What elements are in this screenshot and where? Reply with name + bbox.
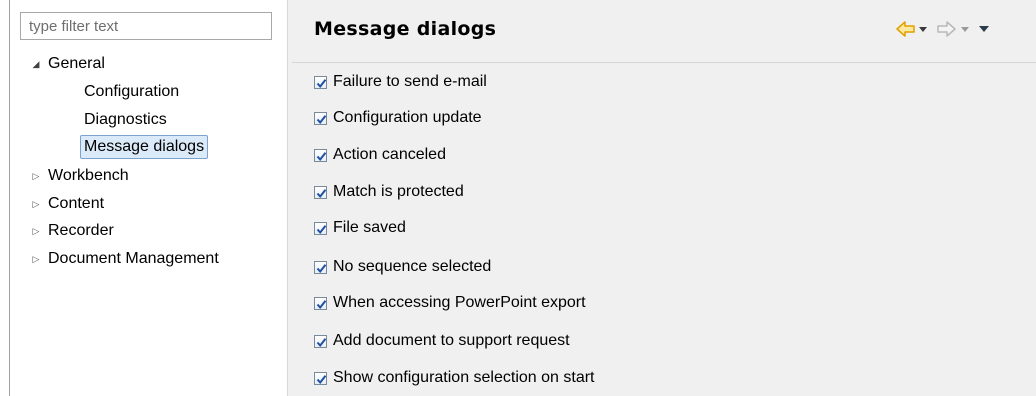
back-history-dropdown-icon[interactable] (918, 22, 928, 42)
tree-item-content[interactable]: ▷ Content (30, 192, 107, 216)
header-separator (292, 62, 1036, 63)
option-label: Configuration update (333, 109, 482, 126)
tree-item-label: Message dialogs (80, 135, 209, 159)
tree-item-label: Configuration (84, 83, 180, 100)
option-label: Match is protected (333, 183, 464, 200)
collapsed-triangle-icon[interactable]: ▷ (30, 219, 42, 243)
checked-checkbox-icon[interactable] (314, 185, 327, 199)
option-label: Action canceled (333, 146, 446, 163)
option-label: No sequence selected (333, 258, 492, 275)
view-menu-icon[interactable] (978, 22, 990, 42)
preference-page: Message dialogs Failure to send e-mail C… (292, 0, 1036, 396)
tree-item-label: Workbench (48, 167, 129, 184)
checked-checkbox-icon[interactable] (314, 148, 327, 162)
checked-checkbox-icon[interactable] (314, 260, 327, 274)
option-label: File saved (333, 219, 406, 236)
option-label: Failure to send e-mail (333, 73, 487, 90)
tree-item-diagnostics[interactable]: Diagnostics (81, 108, 170, 132)
checked-checkbox-icon[interactable] (314, 334, 327, 348)
forward-arrow-icon[interactable] (936, 20, 956, 40)
pane-border (9, 0, 10, 396)
tree-item-recorder[interactable]: ▷ Recorder (30, 219, 117, 243)
preferences-tree-pane: ◢ General Configuration Diagnostics Mess… (0, 0, 287, 396)
tree-item-configuration[interactable]: Configuration (81, 80, 182, 104)
option-no-sequence-selected[interactable]: No sequence selected (314, 255, 491, 279)
tree-item-label: Content (48, 195, 105, 212)
option-label: When accessing PowerPoint export (333, 294, 586, 311)
tree-item-message-dialogs[interactable]: Message dialogs (80, 135, 209, 159)
tree-item-workbench[interactable]: ▷ Workbench (30, 164, 132, 188)
tree-item-label: Document Management (48, 250, 219, 267)
back-arrow-icon[interactable] (896, 20, 916, 40)
tree-item-label: General (48, 55, 105, 72)
option-action-canceled[interactable]: Action canceled (314, 143, 446, 167)
option-label: Show configuration selection on start (333, 369, 595, 386)
checked-checkbox-icon[interactable] (314, 111, 327, 125)
page-title: Message dialogs (314, 18, 497, 40)
expanded-triangle-icon[interactable]: ◢ (30, 52, 42, 76)
checked-checkbox-icon[interactable] (314, 371, 327, 385)
collapsed-triangle-icon[interactable]: ▷ (30, 164, 42, 188)
checked-checkbox-icon[interactable] (314, 296, 327, 310)
page-header: Message dialogs (292, 0, 1036, 62)
option-powerpoint-export[interactable]: When accessing PowerPoint export (314, 291, 586, 315)
option-file-saved[interactable]: File saved (314, 216, 406, 240)
checked-checkbox-icon[interactable] (314, 221, 327, 235)
option-configuration-update[interactable]: Configuration update (314, 106, 482, 130)
option-failure-to-send-email[interactable]: Failure to send e-mail (314, 70, 487, 94)
tree-item-label: Recorder (48, 222, 114, 239)
collapsed-triangle-icon[interactable]: ▷ (30, 192, 42, 216)
option-show-configuration-selection[interactable]: Show configuration selection on start (314, 366, 594, 390)
tree-item-document-management[interactable]: ▷ Document Management (30, 247, 222, 271)
checked-checkbox-icon[interactable] (314, 75, 327, 89)
forward-history-dropdown-icon[interactable] (960, 22, 970, 42)
tree-item-label: Diagnostics (84, 111, 167, 128)
option-label: Add document to support request (333, 332, 570, 349)
collapsed-triangle-icon[interactable]: ▷ (30, 247, 42, 271)
option-match-is-protected[interactable]: Match is protected (314, 180, 464, 204)
tree-item-general[interactable]: ◢ General (30, 52, 108, 76)
filter-input[interactable] (20, 12, 272, 40)
option-add-document-support-request[interactable]: Add document to support request (314, 329, 570, 353)
